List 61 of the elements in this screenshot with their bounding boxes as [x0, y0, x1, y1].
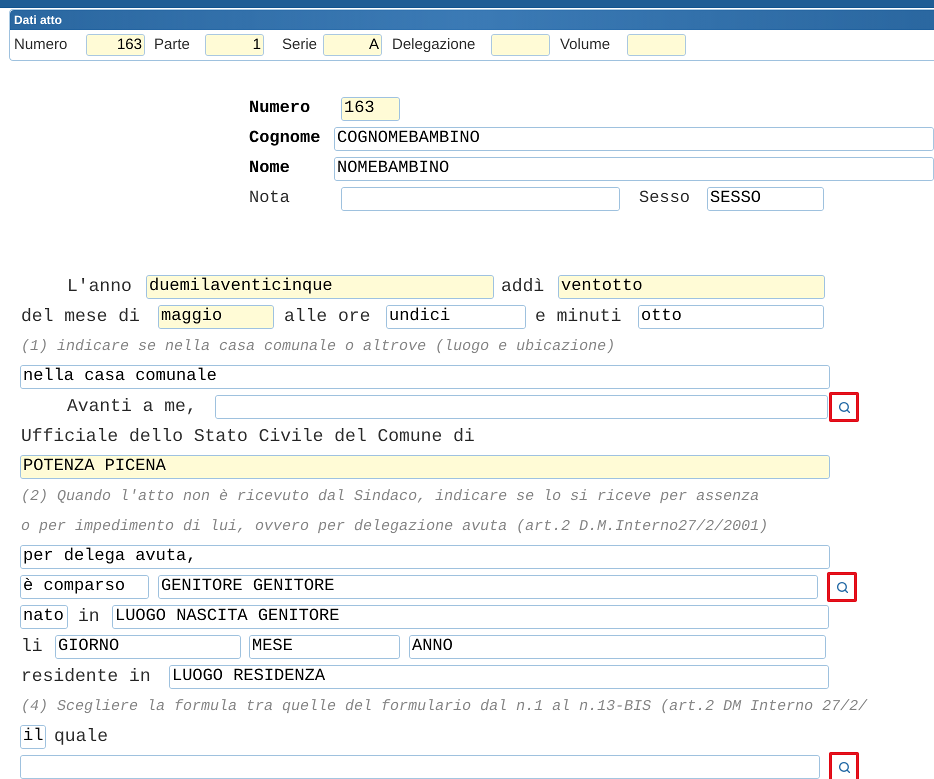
- text-field[interactable]: [20, 755, 820, 779]
- field-label: Numero: [249, 98, 312, 120]
- text-field[interactable]: SESSO: [707, 187, 824, 211]
- text-field[interactable]: 163: [86, 34, 145, 56]
- text-field[interactable]: maggio: [158, 305, 274, 329]
- text-field[interactable]: [627, 34, 686, 56]
- text-field[interactable]: [215, 395, 828, 419]
- field-label: Sesso: [639, 188, 692, 210]
- text-field[interactable]: 1: [205, 34, 264, 56]
- text-field[interactable]: 163: [341, 97, 400, 121]
- text-field[interactable]: POTENZA PICENA: [20, 455, 830, 479]
- text-field[interactable]: ventotto: [558, 275, 825, 299]
- field-label: Nome: [249, 158, 291, 180]
- search-button[interactable]: [829, 752, 859, 779]
- text-field[interactable]: il: [20, 725, 46, 749]
- note-text: (2) Quando l'atto non è ricevuto dal Sindaco, indicare se lo si riceve per assenza: [21, 486, 760, 507]
- note-text: (4) Scegliere la formula tra quelle del formulario dal n.1 al n.13-BIS (art.2 DM Interno 27/2/: [21, 696, 868, 717]
- note-text: o per impedimento di lui, ovvero per delegazione avuta (art.2 D.M.Interno27/2/2001): [21, 516, 768, 537]
- text-field[interactable]: nella casa comunale: [20, 365, 830, 389]
- text-field[interactable]: è comparso: [20, 575, 149, 599]
- text-field[interactable]: COGNOMEBAMBINO: [334, 127, 934, 151]
- field-label: quale: [54, 726, 108, 748]
- search-icon: [838, 400, 850, 414]
- field-label: Volume: [560, 34, 612, 55]
- text-field[interactable]: [491, 34, 550, 56]
- text-field[interactable]: NOMEBAMBINO: [334, 157, 934, 181]
- text-field[interactable]: nato: [20, 605, 68, 629]
- text-field[interactable]: GIORNO: [55, 635, 241, 659]
- text-field[interactable]: MESE: [249, 635, 400, 659]
- field-label: addì: [501, 276, 546, 298]
- text-field[interactable]: undici: [386, 305, 526, 329]
- search-icon: [838, 760, 850, 774]
- field-label: Avanti a me,: [67, 396, 198, 418]
- panel-title: Dati atto: [14, 12, 62, 29]
- field-label: in: [78, 606, 101, 628]
- text-field[interactable]: [341, 187, 620, 211]
- field-label: e minuti: [535, 306, 622, 328]
- text-field[interactable]: ANNO: [409, 635, 826, 659]
- field-label: residente in: [21, 666, 152, 688]
- field-label: alle ore: [284, 306, 372, 328]
- text-field[interactable]: per delega avuta,: [20, 545, 830, 569]
- field-label: li: [21, 636, 44, 658]
- search-icon: [836, 580, 848, 594]
- text-field[interactable]: GENITORE GENITORE: [158, 575, 818, 599]
- field-label: Cognome: [249, 128, 322, 150]
- text-field[interactable]: LUOGO RESIDENZA: [169, 665, 829, 689]
- text-field[interactable]: duemilaventicinque: [146, 275, 494, 299]
- field-label: Numero: [14, 34, 68, 55]
- field-label: Parte: [154, 34, 191, 55]
- field-label: Ufficiale dello Stato Civile del Comune di: [21, 426, 475, 448]
- field-label: Delegazione: [392, 34, 476, 55]
- note-text: (1) indicare se nella casa comunale o altrove (luogo e ubicazione): [21, 336, 616, 357]
- field-label: L'anno: [67, 276, 133, 298]
- text-field[interactable]: otto: [638, 305, 824, 329]
- text-field[interactable]: A: [323, 34, 382, 56]
- field-label: Serie: [282, 34, 318, 55]
- field-label: del mese di: [21, 306, 141, 328]
- search-button[interactable]: [829, 392, 859, 422]
- field-label: Nota: [249, 188, 291, 210]
- search-button[interactable]: [827, 572, 857, 602]
- text-field[interactable]: LUOGO NASCITA GENITORE: [112, 605, 829, 629]
